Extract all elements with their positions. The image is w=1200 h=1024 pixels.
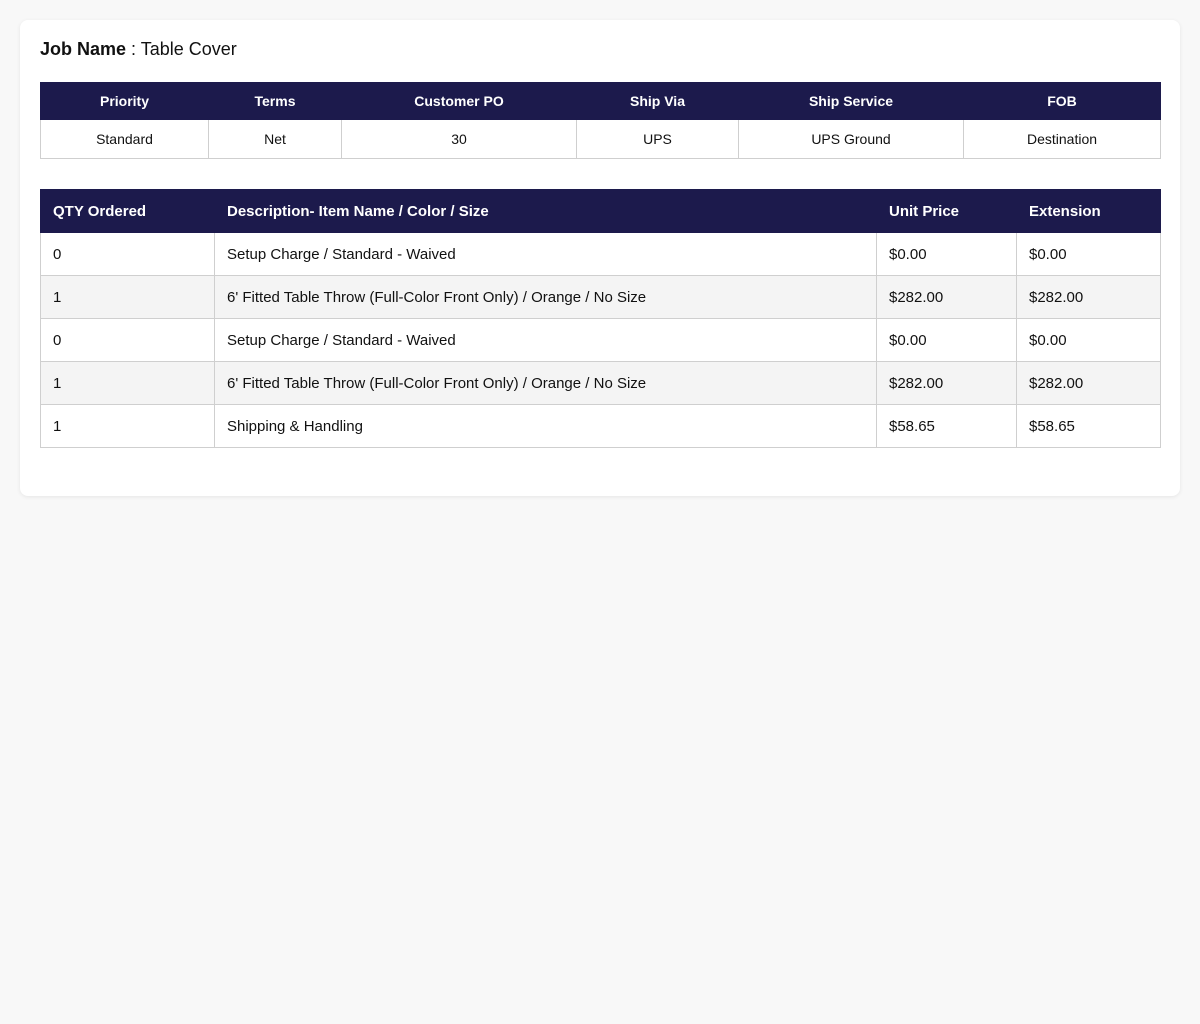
summary-header-customer-po: Customer PO	[341, 82, 577, 120]
summary-header-terms: Terms	[208, 82, 342, 120]
extension-cell: $0.00	[1016, 318, 1161, 362]
summary-header-row: Priority Terms Customer PO Ship Via Ship…	[40, 82, 1161, 120]
summary-value-row: Standard Net 30 UPS UPS Ground Destinati…	[40, 119, 1161, 159]
summary-header-ship-via: Ship Via	[576, 82, 739, 120]
items-header-qty: QTY Ordered	[40, 189, 215, 233]
summary-value-fob: Destination	[963, 119, 1161, 159]
qty-cell: 0	[40, 232, 215, 276]
job-name-value: Table Cover	[140, 39, 237, 59]
table-row: 1 6' Fitted Table Throw (Full-Color Fron…	[40, 275, 1161, 319]
table-row: 0 Setup Charge / Standard - Waived $0.00…	[40, 318, 1161, 362]
job-name-label: Job Name	[40, 39, 127, 59]
unit-price-cell: $0.00	[876, 318, 1017, 362]
table-row: 0 Setup Charge / Standard - Waived $0.00…	[40, 232, 1161, 276]
unit-price-cell: $0.00	[876, 232, 1017, 276]
description-cell: Setup Charge / Standard - Waived	[214, 318, 877, 362]
description-cell: Setup Charge / Standard - Waived	[214, 232, 877, 276]
order-card: Job Name : Table Cover Priority Terms Cu…	[20, 20, 1180, 496]
order-summary-table: Priority Terms Customer PO Ship Via Ship…	[40, 82, 1161, 159]
unit-price-cell: $282.00	[876, 275, 1017, 319]
summary-value-priority: Standard	[40, 119, 209, 159]
qty-cell: 1	[40, 404, 215, 448]
items-header-extension: Extension	[1016, 189, 1161, 233]
table-row: 1 Shipping & Handling $58.65 $58.65	[40, 404, 1161, 448]
unit-price-cell: $58.65	[876, 404, 1017, 448]
summary-header-priority: Priority	[40, 82, 209, 120]
items-header-description: Description- Item Name / Color / Size	[214, 189, 877, 233]
summary-header-fob: FOB	[963, 82, 1161, 120]
qty-cell: 1	[40, 275, 215, 319]
extension-cell: $58.65	[1016, 404, 1161, 448]
summary-value-customer-po: 30	[341, 119, 577, 159]
description-cell: 6' Fitted Table Throw (Full-Color Front …	[214, 361, 877, 405]
job-name-line: Job Name : Table Cover	[40, 38, 1160, 60]
line-items-table: QTY Ordered Description- Item Name / Col…	[40, 189, 1161, 448]
qty-cell: 0	[40, 318, 215, 362]
description-cell: 6' Fitted Table Throw (Full-Color Front …	[214, 275, 877, 319]
extension-cell: $282.00	[1016, 275, 1161, 319]
summary-value-ship-via: UPS	[576, 119, 739, 159]
items-header-row: QTY Ordered Description- Item Name / Col…	[40, 189, 1161, 233]
summary-value-ship-service: UPS Ground	[738, 119, 964, 159]
summary-header-ship-service: Ship Service	[738, 82, 964, 120]
summary-value-terms: Net	[208, 119, 342, 159]
job-name-separator: :	[126, 39, 141, 59]
table-row: 1 6' Fitted Table Throw (Full-Color Fron…	[40, 361, 1161, 405]
qty-cell: 1	[40, 361, 215, 405]
extension-cell: $0.00	[1016, 232, 1161, 276]
extension-cell: $282.00	[1016, 361, 1161, 405]
description-cell: Shipping & Handling	[214, 404, 877, 448]
unit-price-cell: $282.00	[876, 361, 1017, 405]
items-header-unit-price: Unit Price	[876, 189, 1017, 233]
